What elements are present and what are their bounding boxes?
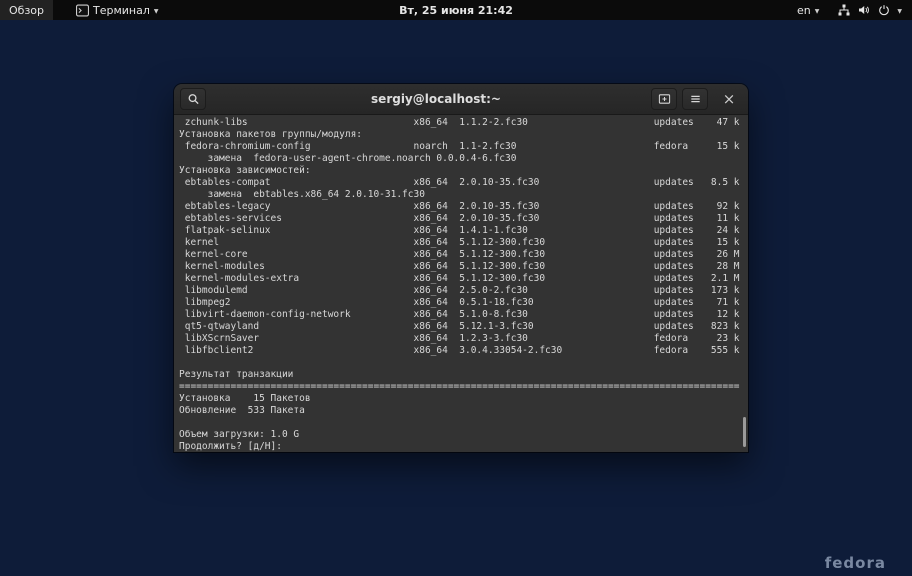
terminal-screen[interactable]: zchunk-libs x86_64 1.1.2-2.fc30 updates …: [174, 115, 748, 452]
search-icon: [187, 93, 200, 106]
menu-button[interactable]: [682, 88, 708, 110]
terminal-output[interactable]: zchunk-libs x86_64 1.1.2-2.fc30 updates …: [174, 115, 748, 452]
new-tab-button[interactable]: [651, 88, 677, 110]
search-button[interactable]: [180, 88, 206, 110]
chevron-down-icon: ▼: [897, 8, 902, 15]
app-menu-label: Терминал: [93, 4, 150, 17]
new-tab-icon: [658, 93, 671, 106]
keyboard-layout-button[interactable]: en ▼: [788, 0, 828, 20]
chevron-down-icon: ▼: [815, 8, 820, 15]
app-menu-terminal[interactable]: Терминал ▼: [67, 0, 168, 20]
system-menu-button[interactable]: ▼: [828, 0, 912, 20]
close-button[interactable]: ×: [716, 88, 742, 110]
fedora-wordmark: fedora: [825, 554, 886, 572]
window-title: sergiy@localhost:~: [234, 92, 638, 106]
network-icon: [837, 4, 850, 17]
hamburger-icon: [689, 93, 702, 106]
terminal-window: sergiy@localhost:~ × zchunk-libs x86_64 …: [174, 84, 748, 452]
keyboard-layout-label: en: [797, 4, 811, 17]
terminal-headerbar[interactable]: sergiy@localhost:~ ×: [174, 84, 748, 115]
scrollbar-thumb[interactable]: [743, 417, 746, 447]
power-icon: [877, 4, 890, 17]
clock[interactable]: Вт, 25 июня 21:42: [399, 4, 513, 17]
volume-icon: [857, 4, 870, 17]
terminal-icon: [76, 4, 89, 17]
chevron-down-icon: ▼: [154, 8, 159, 15]
top-bar: Обзор Терминал ▼ Вт, 25 июня 21:42 en ▼ …: [0, 0, 912, 20]
activities-button[interactable]: Обзор: [0, 0, 53, 20]
